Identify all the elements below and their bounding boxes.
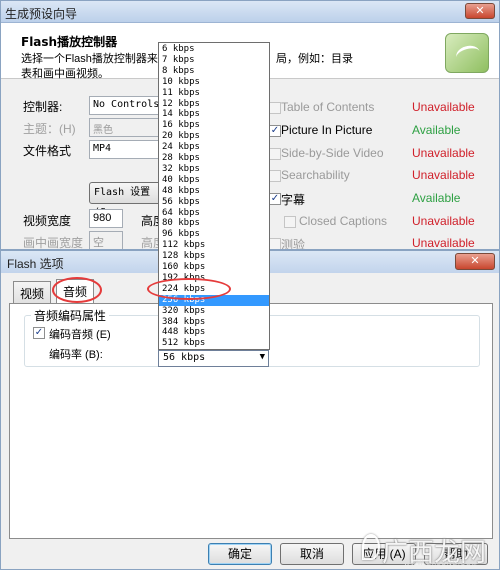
bitrate-option[interactable]: 11 kbps — [159, 88, 269, 99]
bitrate-option[interactable]: 10 kbps — [159, 77, 269, 88]
side-by-side-checkbox[interactable] — [269, 148, 281, 160]
bitrate-option[interactable]: 96 kbps — [159, 229, 269, 240]
bitrate-option[interactable]: 448 kbps — [159, 327, 269, 338]
controller-label: 控制器: — [23, 100, 63, 114]
watermark: 广西龙网 WWW.GXLONG.COM — [360, 528, 498, 568]
bitrate-option[interactable]: 512 kbps — [159, 338, 269, 349]
audio-tab-highlight-ellipse — [52, 277, 102, 303]
bitrate-option[interactable]: 7 kbps — [159, 55, 269, 66]
closed-captions-label: Closed Captions — [299, 214, 388, 228]
encode-audio-checkbox[interactable]: ✓ — [33, 327, 45, 339]
toc-status: Unavailable — [412, 100, 475, 114]
video-width-label: 视频宽度 — [23, 214, 72, 228]
encode-audio-label: 编码音频 (E) — [49, 329, 111, 341]
format-label: 文件格式 — [23, 144, 72, 158]
bitrate-select-value: 56 kbps — [163, 352, 206, 363]
wizard-description-line2: 表和画中画视频。 — [21, 68, 109, 80]
watermark-subtext: WWW.GXLONG.COM — [404, 561, 478, 567]
tab-video[interactable]: 视频 — [13, 281, 52, 303]
quiz-status: Unavailable — [412, 236, 475, 250]
bitrate-option[interactable]: 16 kbps — [159, 120, 269, 131]
pip-width-input[interactable]: 空 — [89, 231, 123, 249]
bitrate-option[interactable]: 64 kbps — [159, 208, 269, 219]
bitrate-option[interactable]: 6 kbps — [159, 44, 269, 55]
wizard-description-line1: 选择一个Flash播放控制器来支 — [21, 53, 169, 65]
bitrate-option[interactable]: 8 kbps — [159, 66, 269, 77]
chevron-down-icon[interactable]: ▼ — [260, 352, 265, 362]
flash-dialog-close-button[interactable]: ✕ — [455, 253, 495, 270]
bitrate-select[interactable]: 56 kbps ▼ — [158, 350, 269, 367]
bitrate-dropdown-list[interactable]: 6 kbps 7 kbps 8 kbps 10 kbps 11 kbps 12 kbps 1… — [158, 42, 270, 350]
theme-select[interactable]: 黑色 — [89, 118, 169, 137]
wizard-close-button[interactable]: ✕ — [465, 3, 495, 19]
format-select[interactable]: MP4 — [89, 140, 169, 159]
bitrate-option[interactable]: 112 kbps — [159, 240, 269, 251]
bitrate-option[interactable]: 40 kbps — [159, 175, 269, 186]
subtitles-status: Available — [412, 191, 461, 205]
search-label: Searchability — [281, 168, 350, 182]
bitrate-option[interactable]: 128 kbps — [159, 251, 269, 262]
flash-dialog-title: Flash 选项 — [7, 257, 64, 271]
video-width-input[interactable]: 980 — [89, 209, 123, 228]
subtitles-checkbox[interactable]: ✓ — [269, 193, 281, 205]
flash-settings-button[interactable]: Flash 设置 (S — [89, 182, 169, 218]
subtitles-label: 字幕 — [281, 193, 306, 207]
wizard-heading: Flash播放控制器 — [21, 35, 118, 49]
pip-checkbox[interactable]: ✓ — [269, 125, 281, 137]
bitrate-option[interactable]: 20 kbps — [159, 131, 269, 142]
theme-label: 主题：(H) — [23, 122, 76, 136]
wizard-titlebar[interactable]: 生成预设向导 ✕ — [1, 1, 499, 23]
bitrate-option[interactable]: 48 kbps — [159, 186, 269, 197]
bitrate-option[interactable]: 24 kbps — [159, 142, 269, 153]
audio-encoding-group-title: 音频编码属性 — [31, 307, 110, 324]
bitrate-option[interactable]: 12 kbps — [159, 99, 269, 110]
search-checkbox[interactable] — [269, 170, 281, 182]
quiz-checkbox[interactable] — [269, 238, 281, 249]
closed-captions-status: Unavailable — [412, 214, 475, 228]
bitrate-option[interactable]: 56 kbps — [159, 197, 269, 208]
wizard-title: 生成预设向导 — [5, 7, 78, 21]
toc-label: Table of Contents — [281, 100, 375, 114]
pip-status: Available — [412, 123, 461, 137]
closed-captions-checkbox[interactable] — [284, 216, 296, 228]
controller-select[interactable]: No Controls — [89, 96, 169, 115]
bitrate-option[interactable]: 384 kbps — [159, 317, 269, 328]
bitrate-option[interactable]: 1024 kbps — [159, 349, 269, 350]
ok-button[interactable]: 确定 — [208, 543, 272, 565]
bitrate-option[interactable]: 28 kbps — [159, 153, 269, 164]
quiz-label: 测验 — [281, 238, 306, 250]
bitrate-option[interactable]: 320 kbps — [159, 306, 269, 317]
bitrate-option[interactable]: 32 kbps — [159, 164, 269, 175]
bitrate-label: 编码率 (B): — [49, 349, 103, 361]
cancel-button[interactable]: 取消 — [280, 543, 344, 565]
wizard-logo-icon — [445, 33, 489, 73]
search-status: Unavailable — [412, 168, 475, 182]
pip-label: Picture In Picture — [281, 123, 373, 137]
wizard-description-right: 局，例如：目录 — [276, 53, 353, 65]
bitrate-highlight-ellipse — [147, 278, 231, 300]
bitrate-option[interactable]: 80 kbps — [159, 218, 269, 229]
bitrate-option[interactable]: 14 kbps — [159, 109, 269, 120]
pip-width-label: 画中画宽度 — [23, 236, 84, 250]
leaf-logo-icon — [362, 534, 380, 560]
side-by-side-label: Side-by-Side Video — [281, 146, 384, 160]
side-by-side-status: Unavailable — [412, 146, 475, 160]
bitrate-option[interactable]: 160 kbps — [159, 262, 269, 273]
toc-checkbox[interactable] — [269, 102, 281, 114]
